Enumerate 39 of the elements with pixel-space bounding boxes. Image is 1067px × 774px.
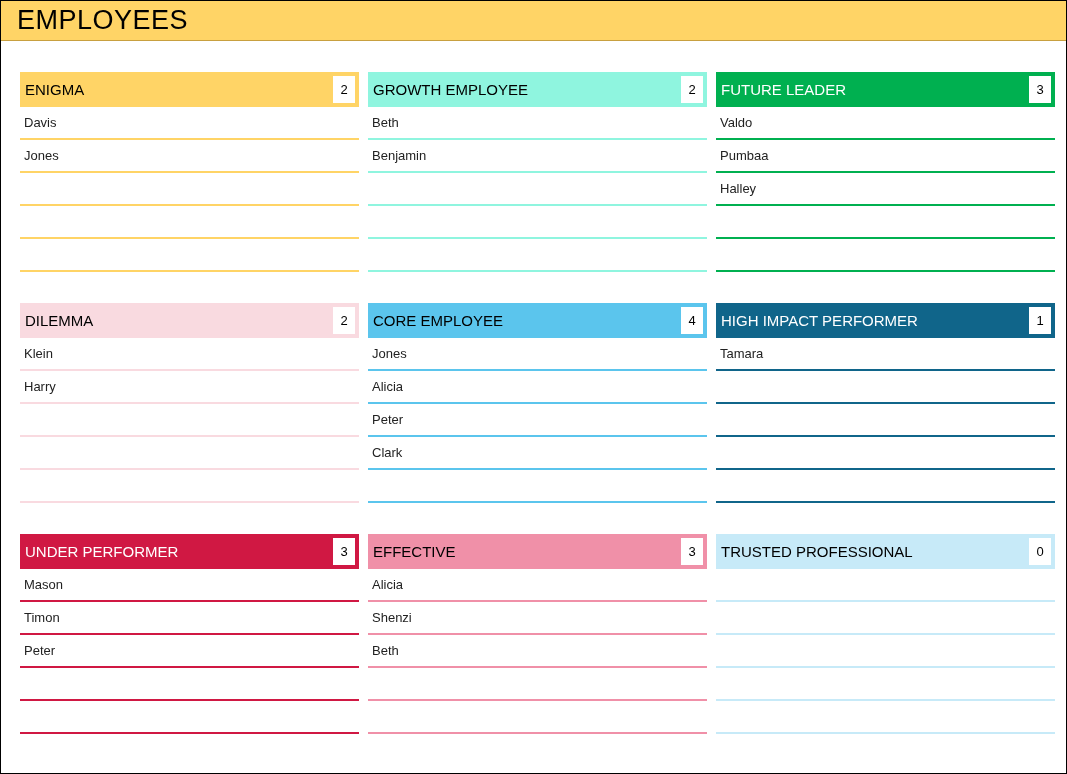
employee-name: Shenzi: [372, 610, 412, 625]
count-badge: 3: [333, 538, 355, 565]
category-name: CORE EMPLOYEE: [373, 312, 504, 329]
employee-name: Clark: [372, 445, 403, 460]
employee-name: Peter: [372, 412, 404, 427]
category-name: DILEMMA: [25, 312, 94, 329]
employee-name: Halley: [720, 181, 757, 196]
category-name: TRUSTED PROFESSIONAL: [721, 543, 913, 560]
employee-name: Benjamin: [372, 148, 427, 163]
employee-name: Timon: [24, 610, 60, 625]
employee-name: Jones: [372, 346, 407, 361]
employee-name: Beth: [372, 115, 399, 130]
employee-name: Davis: [24, 115, 57, 130]
employee-name: Peter: [24, 643, 56, 658]
category-name: GROWTH EMPLOYEE: [373, 81, 529, 98]
category-name: FUTURE LEADER: [721, 81, 847, 98]
employee-name: Valdo: [720, 115, 753, 130]
category-name: ENIGMA: [25, 81, 85, 98]
category-name: EFFECTIVE: [373, 543, 456, 560]
count-badge: 4: [681, 307, 703, 334]
employee-name: Alicia: [372, 379, 404, 394]
employee-name: Beth: [372, 643, 399, 658]
employee-name: Klein: [24, 346, 53, 361]
employee-name: Pumbaa: [720, 148, 769, 163]
count-badge: 2: [333, 307, 355, 334]
employee-name: Alicia: [372, 577, 404, 592]
employee-name: Mason: [24, 577, 64, 592]
count-badge: 0: [1029, 538, 1051, 565]
employee-name: Harry: [24, 379, 56, 394]
employee-name: Tamara: [720, 346, 764, 361]
count-badge: 3: [1029, 76, 1051, 103]
category-name: UNDER PERFORMER: [25, 543, 179, 560]
category-name: HIGH IMPACT PERFORMER: [721, 312, 918, 329]
count-badge: 2: [333, 76, 355, 103]
count-badge: 2: [681, 76, 703, 103]
employee-name: Jones: [24, 148, 59, 163]
page-title: EMPLOYEES: [17, 5, 189, 36]
count-badge: 3: [681, 538, 703, 565]
count-badge: 1: [1029, 307, 1051, 334]
